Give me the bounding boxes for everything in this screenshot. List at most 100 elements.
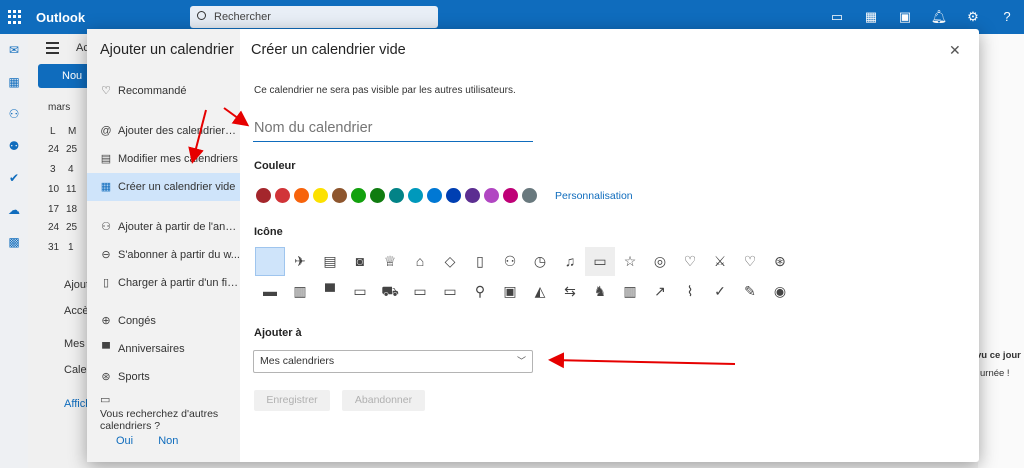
calendar-view-icon[interactable]: ▦ bbox=[862, 8, 880, 26]
ticket-icon[interactable]: ▭ bbox=[405, 277, 435, 306]
movie-clapper-icon[interactable]: ▬ bbox=[255, 277, 285, 306]
search-input[interactable]: Rechercher bbox=[190, 6, 438, 28]
heart-icon[interactable]: ♡ bbox=[735, 247, 765, 276]
home-icon[interactable]: ⌂ bbox=[405, 247, 435, 276]
calendar-blank-icon[interactable] bbox=[255, 247, 285, 276]
nav-item-add-from-directory[interactable]: @ Ajouter des calendriers ... bbox=[87, 117, 240, 145]
bell-icon[interactable]: 🔔︎ bbox=[930, 8, 948, 26]
timer-icon[interactable]: ◷ bbox=[525, 247, 555, 276]
date-cell[interactable]: 17 bbox=[48, 204, 59, 215]
color-swatch[interactable] bbox=[332, 188, 347, 203]
color-swatch[interactable] bbox=[503, 188, 518, 203]
close-icon[interactable]: ✕ bbox=[949, 42, 961, 59]
fork-knife-icon[interactable]: ⚔ bbox=[705, 247, 735, 276]
date-cell[interactable]: 25 bbox=[66, 222, 77, 233]
footer-no-link[interactable]: Non bbox=[158, 435, 178, 447]
nav-item-add-from-directory-people[interactable]: ⚇ Ajouter à partir de l'ann... bbox=[87, 213, 240, 241]
color-swatch[interactable] bbox=[294, 188, 309, 203]
color-swatch[interactable] bbox=[465, 188, 480, 203]
personalisation-link[interactable]: Personnalisation bbox=[555, 190, 633, 202]
soccer-ball-icon[interactable]: ⊛ bbox=[765, 247, 795, 276]
help-icon[interactable]: ? bbox=[998, 8, 1016, 26]
camera-icon[interactable]: ◙ bbox=[345, 247, 375, 276]
nav-item-subscribe-web[interactable]: ⊖ S'abonner à partir du w... bbox=[87, 241, 240, 269]
color-swatch[interactable] bbox=[370, 188, 385, 203]
date-cell[interactable]: 11 bbox=[66, 184, 76, 195]
color-swatch[interactable] bbox=[389, 188, 404, 203]
color-swatch[interactable] bbox=[522, 188, 537, 203]
chat-icon[interactable]: ▭ bbox=[828, 8, 846, 26]
sneaker-icon[interactable]: ⌇ bbox=[675, 277, 705, 306]
access-link[interactable]: Accè bbox=[64, 305, 88, 317]
onedrive-icon[interactable]: ☁ bbox=[0, 194, 28, 226]
credit-card-icon[interactable]: ▭ bbox=[435, 277, 465, 306]
menu-icon[interactable] bbox=[46, 42, 59, 57]
date-cell[interactable]: 24 bbox=[48, 222, 59, 233]
bus-icon[interactable]: ▣ bbox=[495, 277, 525, 306]
color-swatch[interactable] bbox=[446, 188, 461, 203]
target-icon[interactable]: ◉ bbox=[765, 277, 795, 306]
my-calendars-header[interactable]: Mes bbox=[64, 338, 85, 350]
calendar-name-input[interactable] bbox=[253, 115, 533, 142]
nav-item-create-blank[interactable]: ▦ Créer un calendrier vide bbox=[87, 173, 240, 201]
trophy-icon[interactable]: ♕ bbox=[375, 247, 405, 276]
music-note-icon[interactable]: ♫ bbox=[555, 247, 585, 276]
todo-icon[interactable]: ✔ bbox=[0, 162, 28, 194]
add-to-dropdown[interactable]: Mes calendriers ﹀ bbox=[253, 350, 533, 373]
person-icon[interactable]: ◎ bbox=[645, 247, 675, 276]
airplane-icon[interactable]: ✈ bbox=[285, 247, 315, 276]
date-cell[interactable]: 1 bbox=[68, 242, 74, 253]
app-launcher-icon[interactable] bbox=[8, 10, 22, 24]
date-cell[interactable]: 24 bbox=[48, 144, 59, 155]
date-cell[interactable]: 10 bbox=[48, 184, 59, 195]
date-cell[interactable]: 3 bbox=[50, 164, 56, 175]
cancel-button[interactable]: Abandonner bbox=[342, 390, 425, 411]
date-cell[interactable]: 31 bbox=[48, 242, 59, 253]
monitor-icon[interactable]: ▭ bbox=[345, 277, 375, 306]
nav-item-holidays[interactable]: ⊕ Congés bbox=[87, 307, 240, 335]
nav-item-birthdays[interactable]: ▀ Anniversaires bbox=[87, 335, 240, 363]
graduation-cap-icon[interactable]: ◭ bbox=[525, 277, 555, 306]
color-swatch[interactable] bbox=[351, 188, 366, 203]
color-swatch[interactable] bbox=[275, 188, 290, 203]
cake-icon[interactable]: ▀ bbox=[315, 277, 345, 306]
pill-icon[interactable]: ◇ bbox=[435, 247, 465, 276]
calendar-icon[interactable]: ▦ bbox=[0, 66, 28, 98]
dumbbell-icon[interactable]: ⇆ bbox=[555, 277, 585, 306]
footer-yes-link[interactable]: Oui bbox=[116, 435, 133, 447]
bicycle-icon[interactable]: ⚲ bbox=[465, 277, 495, 306]
nav-item-upload-file[interactable]: ▯ Charger à partir d'un fic... bbox=[87, 269, 240, 297]
groups-icon[interactable]: ⚉ bbox=[0, 130, 28, 162]
star-icon[interactable]: ☆ bbox=[615, 247, 645, 276]
note-edit-icon[interactable]: ✎ bbox=[735, 277, 765, 306]
heart-pulse-icon[interactable]: ♡ bbox=[675, 247, 705, 276]
save-button[interactable]: Enregistrer bbox=[254, 390, 330, 411]
briefcase-icon[interactable]: ▯ bbox=[465, 247, 495, 276]
color-swatch[interactable] bbox=[484, 188, 499, 203]
nav-item-recommended[interactable]: ♡ Recommandé bbox=[87, 77, 240, 105]
checkmark-icon[interactable]: ✓ bbox=[705, 277, 735, 306]
truck-icon[interactable]: ⛟ bbox=[375, 277, 405, 306]
nav-item-sports[interactable]: ⊛ Sports bbox=[87, 363, 240, 391]
building-icon[interactable]: ▥ bbox=[615, 277, 645, 306]
book-icon[interactable]: ▥ bbox=[285, 277, 315, 306]
people-icon[interactable]: ⚇ bbox=[0, 98, 28, 130]
date-cell[interactable]: 25 bbox=[66, 144, 77, 155]
mail-icon[interactable]: ✉ bbox=[0, 34, 28, 66]
gear-icon[interactable]: ⚙ bbox=[964, 8, 982, 26]
clipboard-icon[interactable]: ▤ bbox=[315, 247, 345, 276]
color-swatch[interactable] bbox=[313, 188, 328, 203]
apps-icon[interactable]: ▩ bbox=[0, 226, 28, 258]
notes-icon[interactable]: ▣ bbox=[896, 8, 914, 26]
horse-icon[interactable]: ♞ bbox=[585, 277, 615, 306]
color-swatch[interactable] bbox=[427, 188, 442, 203]
color-swatch[interactable] bbox=[408, 188, 423, 203]
date-cell[interactable]: 4 bbox=[68, 164, 74, 175]
add-calendar-link[interactable]: Ajout bbox=[64, 279, 89, 291]
color-swatch[interactable] bbox=[256, 188, 271, 203]
wrench-icon[interactable]: ↗ bbox=[645, 277, 675, 306]
car-icon[interactable]: ▭ bbox=[585, 247, 615, 276]
people-icon[interactable]: ⚇ bbox=[495, 247, 525, 276]
date-cell[interactable]: 18 bbox=[66, 204, 77, 215]
nav-item-edit-calendars[interactable]: ▤ Modifier mes calendriers bbox=[87, 145, 240, 173]
